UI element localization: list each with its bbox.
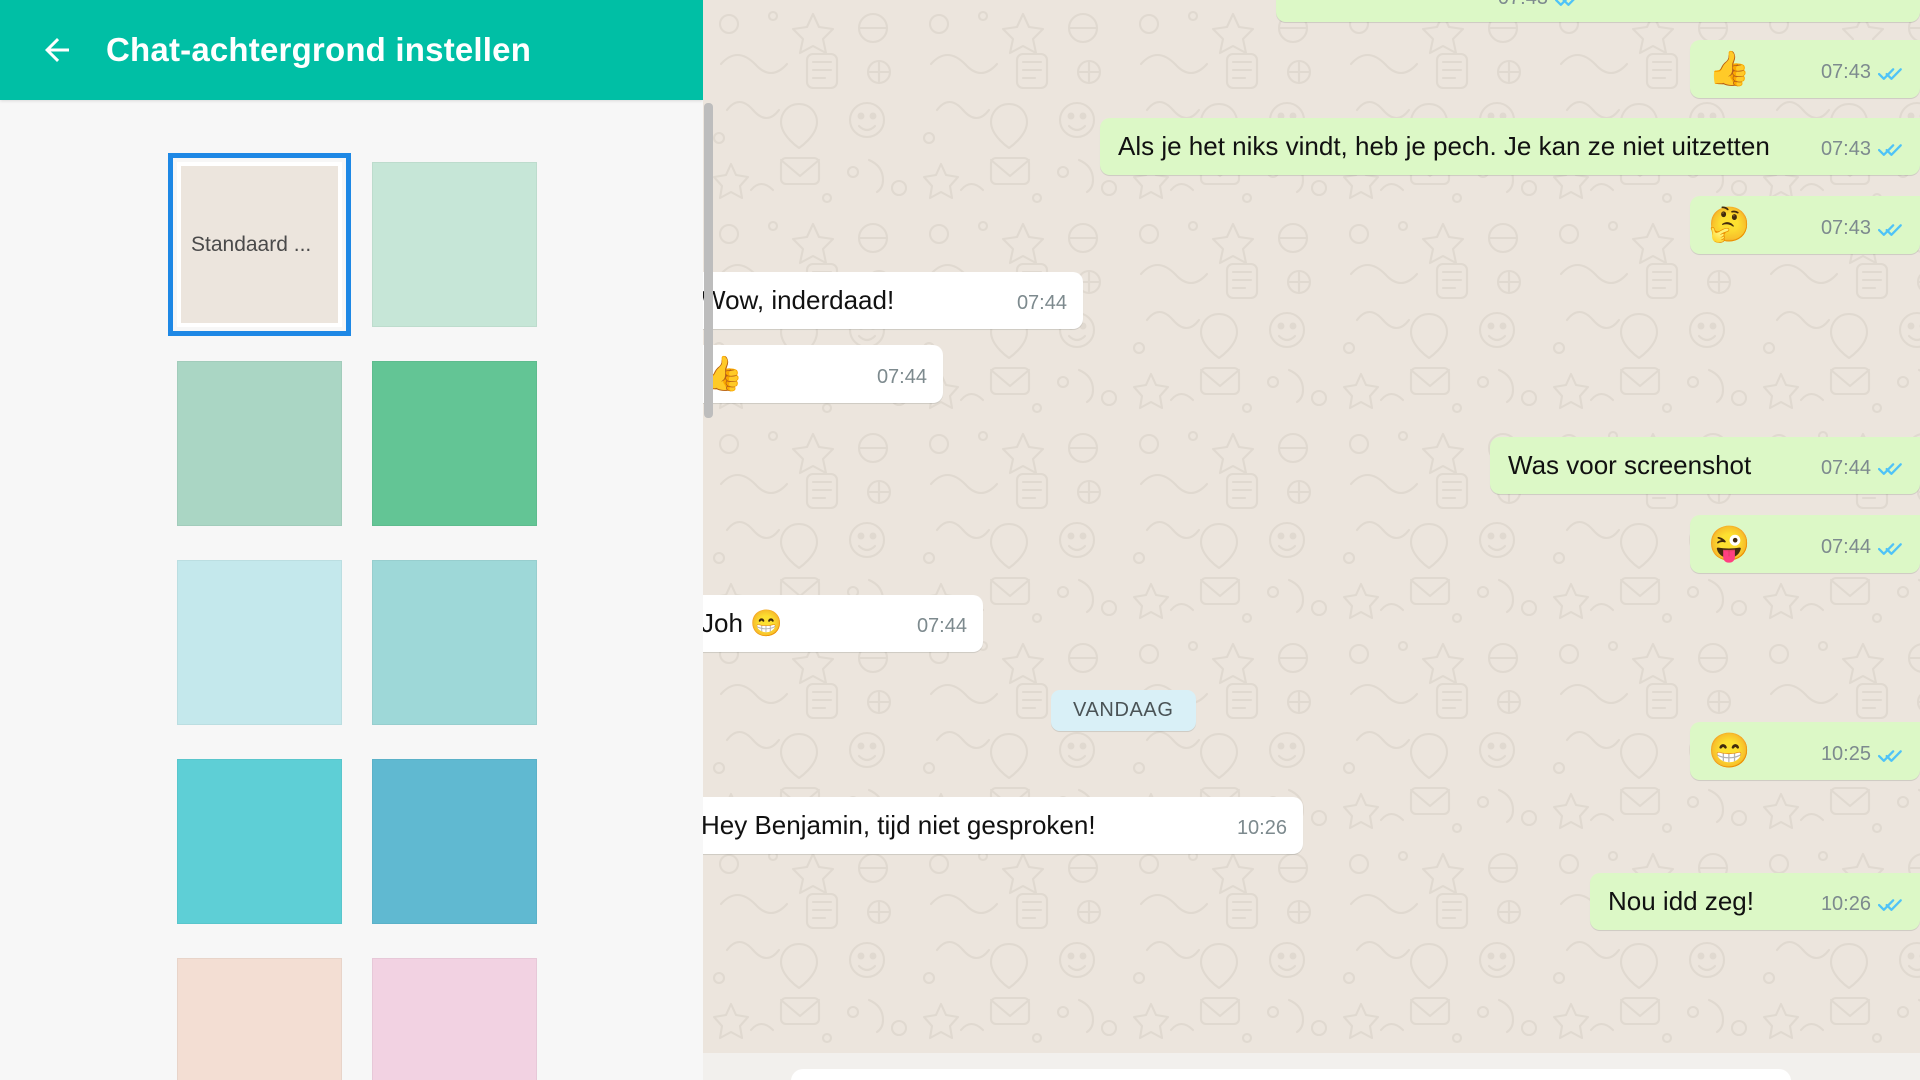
message-time: 07:44: [1820, 456, 1871, 479]
message-row: 👍 07:44: [703, 345, 943, 403]
read-receipt-icon: [1878, 749, 1902, 762]
message-text: Joh 😁: [703, 608, 783, 638]
message-time: 07:43: [1820, 137, 1871, 160]
wallpaper-swatch[interactable]: [372, 162, 537, 327]
wallpaper-swatch[interactable]: [177, 759, 342, 924]
message-row: 👍 07:43: [1690, 40, 1920, 98]
chat-scrollbar[interactable]: [704, 103, 713, 418]
read-receipt-icon: [1878, 67, 1902, 80]
message-time: 07:44: [916, 614, 967, 637]
incoming-message-bubble[interactable]: Hey Benjamin, tijd niet gesproken! 10:26: [703, 797, 1303, 854]
outgoing-message-bubble[interactable]: Was voor screenshot 07:44: [1490, 437, 1920, 494]
page-title: Chat-achtergrond instellen: [106, 31, 532, 68]
composer-strip: [703, 1053, 1920, 1080]
message-row: 😜 07:44: [1690, 515, 1920, 573]
outgoing-message-bubble[interactable]: 😜 07:44: [1690, 515, 1920, 573]
outgoing-message-bubble[interactable]: 😁 10:25: [1690, 722, 1920, 780]
message-time: 10:26: [1820, 892, 1871, 915]
date-divider: VANDAAG: [1051, 690, 1196, 731]
message-text: Wow, inderdaad!: [703, 285, 895, 315]
outgoing-message-bubble[interactable]: 👍 07:43: [1690, 40, 1920, 98]
outgoing-message-bubble[interactable]: Als je het niks vindt, heb je pech. Je k…: [1100, 118, 1920, 175]
chat-preview-panel: is dat niet leuk?! 07:43 👍07:43 Als je h…: [703, 0, 1920, 1080]
wallpaper-swatch-grid: Standaard ...: [0, 100, 703, 1080]
wallpaper-picker-panel: Chat-achtergrond instellen Standaard ...: [0, 0, 703, 1080]
message-text: Als je het niks vindt, heb je pech. Je k…: [1118, 131, 1770, 161]
outgoing-message-bubble[interactable]: Nou idd zeg! 10:26: [1590, 873, 1920, 930]
wallpaper-swatch[interactable]: [372, 759, 537, 924]
message-row: 🤔 07:43: [1690, 196, 1920, 254]
message-time: 07:43: [1820, 217, 1871, 239]
screen-root: Chat-achtergrond instellen Standaard ...: [0, 0, 1920, 1080]
wallpaper-swatch[interactable]: [372, 958, 537, 1080]
wallpaper-swatch[interactable]: Standaard ...: [168, 153, 351, 336]
message-emoji: 👍: [1708, 50, 1751, 88]
message-meta: 10:26: [1821, 893, 1904, 918]
message-meta: 07:44: [1821, 536, 1904, 561]
read-receipt-icon: [1878, 542, 1902, 555]
message-row: Als je het niks vindt, heb je pech. Je k…: [1060, 118, 1920, 175]
message-row: 😁 10:25: [1690, 722, 1920, 780]
message-time: 07:43: [1820, 61, 1871, 83]
message-row: Was voor screenshot 07:44: [1490, 437, 1920, 494]
message-emoji: 😁: [1708, 732, 1751, 770]
message-emoji: 😜: [1708, 525, 1751, 563]
message-row: Wow, inderdaad! 07:44: [703, 272, 1083, 329]
wallpaper-swatch[interactable]: [372, 361, 537, 526]
message-row: Hey Benjamin, tijd niet gesproken! 10:26: [703, 797, 1303, 854]
message-meta: 07:44: [1821, 457, 1904, 482]
read-receipt-icon: [1878, 899, 1902, 911]
back-button[interactable]: [26, 19, 88, 81]
read-receipt-icon: [1878, 463, 1902, 475]
message-meta: 07:44: [917, 615, 967, 640]
message-time: 07:44: [1016, 291, 1067, 314]
app-bar: Chat-achtergrond instellen: [0, 0, 703, 100]
message-emoji: 👍: [703, 355, 744, 393]
read-receipt-icon: [1878, 223, 1902, 236]
message-meta: 07:43: [1821, 217, 1904, 242]
incoming-message-bubble[interactable]: Wow, inderdaad! 07:44: [703, 272, 1083, 329]
message-text: Nou idd zeg!: [1608, 886, 1754, 916]
message-text: Was voor screenshot: [1508, 450, 1752, 480]
message-time: 07:44: [1820, 536, 1871, 558]
wallpaper-swatch[interactable]: [177, 958, 342, 1080]
wallpaper-swatch[interactable]: [372, 560, 537, 725]
message-time: 10:25: [1820, 743, 1871, 765]
composer-input-peek[interactable]: [791, 1069, 1791, 1080]
message-meta: 07:44: [1017, 292, 1067, 317]
read-receipt-icon: [1878, 144, 1902, 156]
message-list: 👍 07:43 Als je het niks vindt, heb je pec…: [703, 0, 1920, 1080]
message-row: Joh 😁 07:44: [703, 595, 983, 652]
message-meta: 07:44: [877, 366, 927, 391]
message-row: Nou idd zeg! 10:26: [1590, 873, 1920, 930]
arrow-left-icon: [39, 32, 75, 68]
swatch-scroll-area[interactable]: Standaard ...: [0, 100, 703, 1080]
wallpaper-swatch[interactable]: [177, 560, 342, 725]
message-emoji: 🤔: [1708, 206, 1751, 244]
wallpaper-swatch[interactable]: [177, 361, 342, 526]
message-text: Hey Benjamin, tijd niet gesproken!: [703, 810, 1096, 840]
message-meta: 10:26: [1237, 817, 1287, 842]
message-time: 07:44: [876, 366, 927, 388]
incoming-message-bubble[interactable]: Joh 😁 07:44: [703, 595, 983, 652]
wallpaper-swatch-label: Standaard ...: [191, 232, 312, 256]
message-meta: 07:43: [1821, 61, 1904, 86]
outgoing-message-bubble[interactable]: 🤔 07:43: [1690, 196, 1920, 254]
message-time: 10:26: [1236, 816, 1287, 839]
message-meta: 10:25: [1821, 743, 1904, 768]
incoming-message-bubble[interactable]: 👍 07:44: [703, 345, 943, 403]
message-meta: 07:43: [1821, 138, 1904, 163]
